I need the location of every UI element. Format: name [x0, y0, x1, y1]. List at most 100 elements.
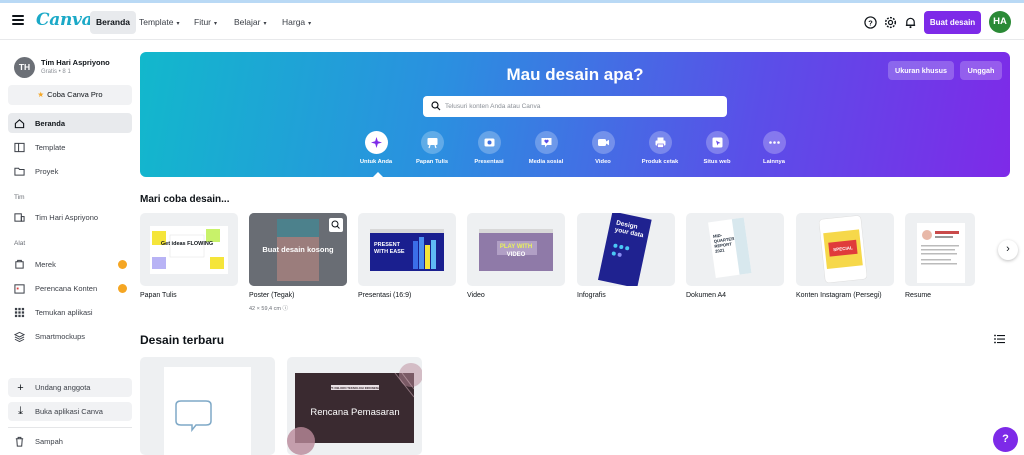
svg-text:WITH EASE: WITH EASE: [374, 249, 405, 255]
sidebar-item-trash[interactable]: Sampah: [8, 431, 132, 451]
plus-icon: +: [17, 381, 24, 394]
search-icon: [431, 101, 441, 111]
crown-icon: [118, 260, 127, 269]
svg-text:?: ?: [868, 18, 873, 27]
trash-icon: [15, 436, 24, 447]
design-card-video[interactable]: PLAY WITH VIDEO: [467, 213, 565, 286]
section-team: Tim: [14, 194, 25, 201]
nav-learn[interactable]: Belajar ▾: [228, 11, 272, 34]
category-video[interactable]: Video: [573, 131, 633, 165]
design-card-instagram[interactable]: SPECIAL: [796, 213, 894, 286]
team-avatar[interactable]: TH: [14, 57, 35, 78]
sparkle-icon: [370, 137, 382, 148]
settings-icon[interactable]: [884, 16, 897, 29]
hero-banner: Mau desain apa? Ukuran khusus Unggah Unt…: [140, 52, 1010, 177]
folder-icon: [14, 167, 25, 176]
svg-text:PRESENT: PRESENT: [374, 242, 401, 248]
nav-home[interactable]: Beranda: [90, 11, 137, 34]
resume-thumbnail: [917, 223, 965, 283]
more-icon: [768, 141, 780, 144]
card-label: Presentasi (16:9): [358, 292, 412, 299]
help-icon[interactable]: ?: [864, 16, 877, 29]
download-app-button[interactable]: ⤓ Buka aplikasi Canva: [8, 402, 132, 421]
sidebar-item-smartmockups[interactable]: Smartmockups: [8, 326, 132, 346]
crown-icon: [118, 284, 127, 293]
team-icon: [14, 212, 25, 222]
cursor-icon: [712, 137, 722, 148]
list-view-icon[interactable]: [994, 334, 1005, 344]
design-card-infographic[interactable]: Design your data: [577, 213, 675, 286]
sidebar-item-brand[interactable]: Merek: [8, 254, 132, 274]
recent-design-card[interactable]: PT. DELORO TEKNOLOGI INDONESIA Rencana P…: [287, 357, 422, 455]
recent-design-card[interactable]: [140, 357, 275, 455]
search-bar[interactable]: [423, 96, 727, 117]
chevron-down-icon: ▾: [308, 21, 312, 27]
svg-text:VIDEO: VIDEO: [507, 252, 526, 258]
avatar[interactable]: HA: [989, 11, 1011, 33]
top-header: Canva Beranda Template ▾ Fitur ▾ Belajar ▾ …: [0, 3, 1024, 40]
sidebar-item-team[interactable]: Tim Hari Aspriyono: [8, 207, 132, 227]
infographic-thumbnail: Design your data: [597, 213, 652, 286]
design-card-whiteboard[interactable]: Get ideas FLOWING: [140, 213, 238, 286]
create-design-button[interactable]: Buat desain: [924, 11, 981, 34]
invite-members-button[interactable]: + Undang anggota: [8, 378, 132, 397]
sidebar-divider: [8, 427, 132, 428]
category-for-you[interactable]: Untuk Anda: [346, 131, 406, 165]
sidebar-item-projects[interactable]: Proyek: [8, 161, 132, 181]
bell-icon[interactable]: [904, 16, 917, 29]
search-input[interactable]: [445, 98, 715, 115]
video-thumbnail: PLAY WITH VIDEO: [479, 229, 553, 271]
nav-template[interactable]: Template ▾: [133, 11, 186, 34]
card-dimensions: 42 × 59,4 cm ⓘ: [249, 306, 288, 312]
menu-icon[interactable]: [12, 15, 24, 25]
design-card-resume[interactable]: [905, 213, 975, 286]
video-icon: [597, 139, 609, 146]
chevron-down-icon: ▾: [176, 21, 180, 27]
sidebar: TH Tim Hari Aspriyono Gratis • 8 1 ★ Coba…: [0, 41, 139, 455]
instagram-thumbnail: SPECIAL: [818, 215, 868, 284]
presentation-thumbnail: PRESENT WITH EASE: [370, 229, 444, 271]
category-more[interactable]: Lainnya: [744, 131, 804, 165]
sidebar-item-template[interactable]: Template: [8, 137, 132, 157]
design-card-poster[interactable]: Buat desain kosong: [249, 213, 347, 286]
mockup-icon: [14, 331, 25, 342]
design-card-presentation[interactable]: PRESENT WITH EASE: [358, 213, 456, 286]
template-icon: [14, 142, 25, 152]
category-website[interactable]: Situs web: [687, 131, 747, 165]
card-label: Poster (Tegak): [249, 292, 295, 299]
custom-size-button[interactable]: Ukuran khusus: [888, 61, 954, 80]
create-blank-overlay[interactable]: Buat desain kosong: [249, 245, 347, 254]
sidebar-item-content-planner[interactable]: Perencana Konten: [8, 278, 132, 298]
thumb-text: Get ideas FLOWING: [161, 241, 213, 247]
canva-logo[interactable]: Canva: [36, 10, 93, 30]
carousel-next-button[interactable]: ›: [998, 240, 1018, 260]
nav-pricing[interactable]: Harga ▾: [276, 11, 317, 34]
nav-features[interactable]: Fitur ▾: [188, 11, 223, 34]
thumb-subtitle: PT. DELORO TEKNOLOGI INDONESIA: [330, 386, 381, 390]
chevron-down-icon: ▾: [263, 21, 267, 27]
marketing-plan-thumbnail: PT. DELORO TEKNOLOGI INDONESIA Rencana P…: [287, 363, 422, 455]
printer-icon: [655, 137, 665, 148]
card-label: Infografis: [577, 292, 606, 299]
brand-icon: [15, 259, 24, 269]
svg-text:PLAY WITH: PLAY WITH: [500, 244, 532, 250]
section-title-recent: Desain terbaru: [140, 333, 225, 347]
upload-button[interactable]: Unggah: [960, 61, 1002, 80]
category-presentation[interactable]: Presentasi: [459, 131, 519, 165]
whiteboard-thumbnail: Get ideas FLOWING: [150, 226, 228, 274]
sidebar-item-home[interactable]: Beranda: [8, 113, 132, 133]
info-icon: ⓘ: [282, 306, 288, 312]
help-button[interactable]: ?: [993, 427, 1018, 452]
category-social-media[interactable]: Media sosial: [516, 131, 576, 165]
category-whiteboard[interactable]: Papan Tulis: [402, 131, 462, 165]
design-card-document[interactable]: MID- QUARTER REPORT 2021: [686, 213, 784, 286]
card-label: Konten Instagram (Persegi): [796, 292, 882, 299]
team-name[interactable]: Tim Hari Aspriyono: [41, 58, 110, 67]
sidebar-item-apps[interactable]: Temukan aplikasi: [8, 302, 132, 322]
try-pro-button[interactable]: ★ Coba Canva Pro: [8, 85, 132, 105]
card-label: Papan Tulis: [140, 292, 177, 299]
thumb-title: Rencana Pemasaran: [310, 407, 399, 418]
category-print-products[interactable]: Produk cetak: [630, 131, 690, 165]
card-label: Video: [467, 292, 485, 299]
card-label: Resume: [905, 292, 932, 299]
